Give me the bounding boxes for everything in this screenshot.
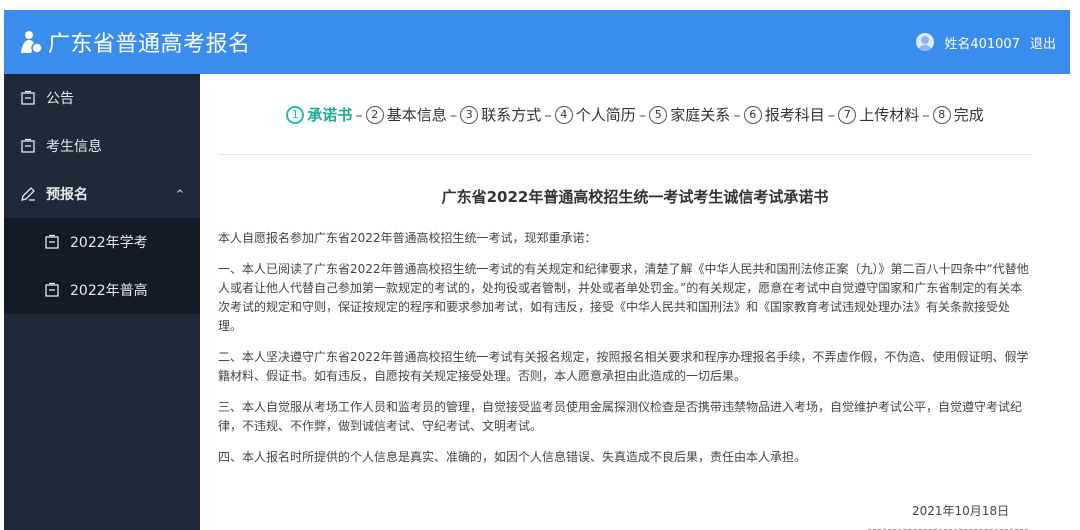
step-separator: – (827, 105, 836, 124)
step-number: 6 (743, 105, 762, 124)
step-separator: – (922, 105, 930, 124)
sidebar-item-candidate-info[interactable]: 考生信息 (4, 122, 200, 170)
document-date: 2021年10月18日 (912, 504, 1010, 518)
sidebar-subitem-2022-general[interactable]: 2022年普高 (4, 266, 200, 314)
sidebar-item-label: 预报名 (46, 187, 88, 203)
person-logo-icon (21, 31, 43, 54)
sidebar-item-pre-registration[interactable]: 预报名 ^ (4, 170, 200, 218)
document-icon (21, 138, 35, 153)
step-label: 个人简历 (575, 106, 636, 124)
document-icon (45, 282, 59, 297)
step-separator: – (355, 105, 363, 124)
chevron-up-icon[interactable]: ^ (176, 189, 184, 200)
submenu-pre-registration: 2022年学考 2022年普高 (4, 218, 200, 314)
sidebar-subitem-2022-academic[interactable]: 2022年学考 (4, 218, 200, 266)
step-number: 2 (365, 105, 384, 124)
document-body: 本人自愿报名参加广东省2022年普通高校招生统一考试，现郑重承诺： 一、本人已阅… (218, 229, 1032, 479)
step-1[interactable]: 1 承诺书 (286, 104, 352, 125)
document-intro: 本人自愿报名参加广东省2022年普通高校招生统一考试，现郑重承诺： (218, 231, 597, 245)
step-separator: – (638, 105, 647, 124)
avatar-icon[interactable] (916, 33, 935, 51)
step-separator: – (733, 105, 741, 124)
signature-line (868, 522, 1028, 530)
sidebar-item-label: 考生信息 (46, 139, 102, 155)
step-label: 上传材料 (859, 106, 920, 124)
step-6[interactable]: 6 报考科目 (743, 104, 825, 125)
username: 姓名401007 (944, 36, 1020, 52)
sidebar-subitem-label: 2022年学考 (70, 235, 148, 251)
step-number: 3 (460, 105, 479, 124)
step-label: 报考科目 (764, 106, 825, 124)
step-8[interactable]: 8 完成 (932, 104, 984, 125)
user-area: 姓名401007 退出 (916, 33, 1056, 52)
step-number: 4 (554, 105, 573, 124)
step-number: 5 (649, 105, 668, 124)
step-label: 基本信息 (386, 106, 447, 124)
sidebar-item-label: 公告 (46, 91, 74, 107)
document-paragraph: 四、本人报名时所提供的个人信息是真实、准确的，如因个人信息错误、失真造成不良后果… (218, 450, 807, 464)
sidebar: 公告 考生信息 预报名 ^ 2022年学考 2022年普高 (4, 74, 200, 530)
document-icon (21, 90, 35, 105)
top-bar: 广东省普通高考报名 姓名401007 退出 (4, 10, 1070, 74)
step-label: 承诺书 (307, 106, 353, 124)
step-number: 1 (286, 105, 305, 124)
sidebar-subitem-label: 2022年普高 (70, 283, 148, 299)
document-icon (45, 234, 59, 249)
step-number: 8 (932, 105, 951, 124)
step-label: 联系方式 (481, 106, 542, 124)
document-paragraph: 三、本人自觉服从考场工作人员和监考员的管理，自觉接受监考员使用金属探测仪检查是否… (218, 400, 1023, 433)
sidebar-item-announcement[interactable]: 公告 (4, 74, 200, 122)
document-paragraph: 二、本人坚决遵守广东省2022年普通高校招生统一考试有关报名规定，按照报名相关要… (218, 350, 1029, 383)
step-4[interactable]: 4 个人简历 (554, 104, 636, 125)
app-title: 广东省普通高考报名 (48, 32, 251, 57)
registration-stepper: 1 承诺书 – 2 基本信息 – 3 联系方式 – 4 个人简历 – 5 家庭关… (200, 104, 1070, 125)
step-3[interactable]: 3 联系方式 (460, 104, 541, 125)
step-label: 完成 (953, 106, 984, 124)
main-content: 1 承诺书 – 2 基本信息 – 3 联系方式 – 4 个人简历 – 5 家庭关… (200, 74, 1070, 530)
document-paragraph: 一、本人已阅读了广东省2022年普通高校招生统一考试的有关规定和纪律要求，清楚了… (218, 262, 1029, 333)
divider (218, 154, 1032, 155)
document-title: 广东省2022年普通高校招生统一考试考生诚信考试承诺书 (441, 188, 829, 206)
step-5[interactable]: 5 家庭关系 (649, 104, 730, 125)
edit-icon (21, 187, 35, 201)
step-2[interactable]: 2 基本信息 (365, 104, 447, 125)
step-separator: – (544, 105, 552, 124)
logout-link[interactable]: 退出 (1030, 33, 1056, 52)
step-label: 家庭关系 (670, 106, 731, 124)
step-separator: – (449, 105, 458, 124)
step-number: 7 (838, 105, 857, 124)
step-7[interactable]: 7 上传材料 (838, 104, 919, 125)
